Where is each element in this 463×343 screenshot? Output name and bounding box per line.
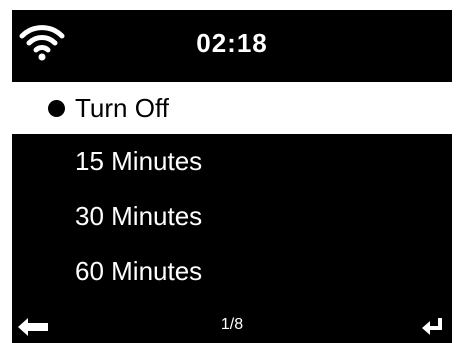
enter-icon[interactable]: [422, 316, 444, 336]
clock: 02:18: [196, 28, 268, 58]
footer-bar: 1/8: [12, 310, 452, 343]
menu-item-label: 30 Minutes: [75, 201, 203, 231]
menu-item-15-minutes[interactable]: 15 Minutes: [12, 134, 452, 189]
selected-bullet-icon: [48, 100, 65, 117]
menu-item-label: 15 Minutes: [75, 146, 203, 176]
sleep-timer-screen: 02:18 Turn Off 15 Minutes 30 Minutes 60 …: [12, 10, 452, 343]
menu-item-turn-off[interactable]: Turn Off: [12, 82, 452, 134]
menu-item-label: Turn Off: [75, 93, 169, 123]
status-bar: 02:18: [12, 10, 452, 82]
menu-item-30-minutes[interactable]: 30 Minutes: [12, 189, 452, 244]
sleep-timer-menu: Turn Off 15 Minutes 30 Minutes 60 Minute…: [12, 82, 452, 299]
page-indicator: 1/8: [220, 316, 244, 333]
menu-item-label: 60 Minutes: [75, 256, 203, 286]
menu-item-60-minutes[interactable]: 60 Minutes: [12, 244, 452, 299]
